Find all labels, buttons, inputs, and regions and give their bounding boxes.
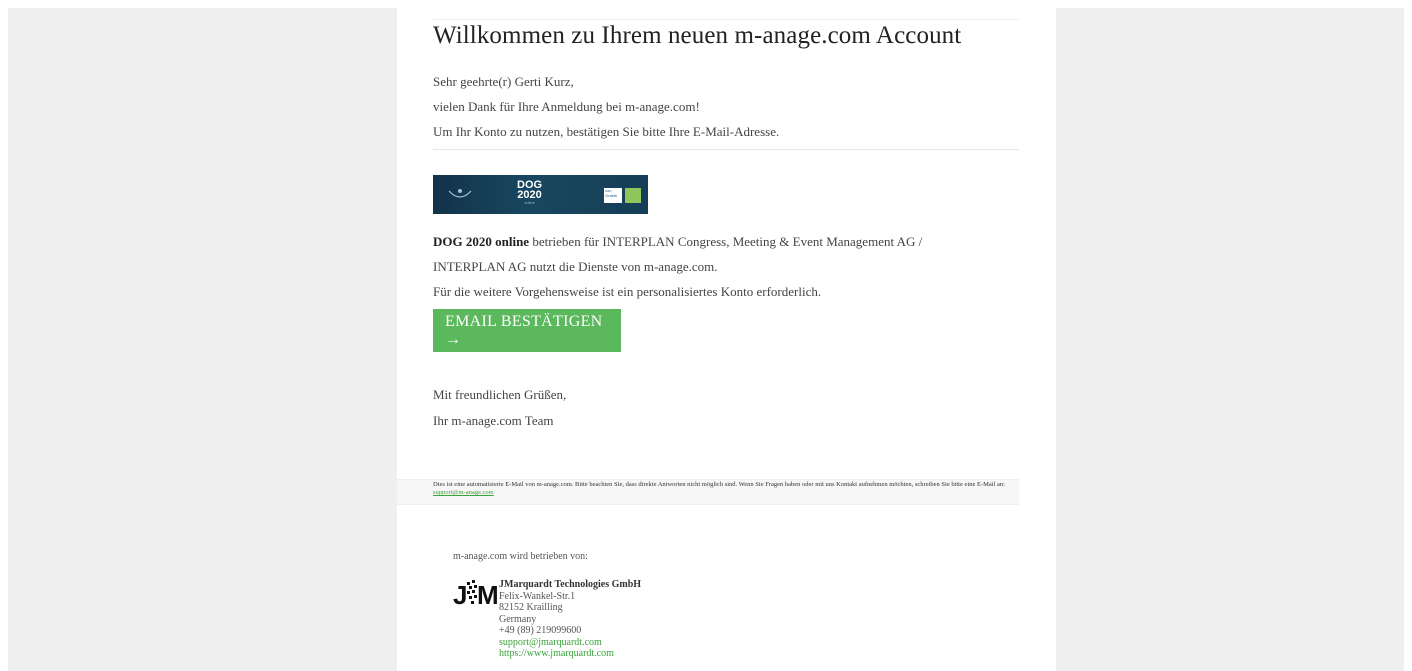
event-text: betrieben für INTERPLAN Congress, Meetin… — [529, 234, 923, 249]
greeting: Sehr geehrte(r) Gerti Kurz, — [433, 74, 574, 89]
confirm-hint: Um Ihr Konto zu nutzen, bestätigen Sie b… — [433, 124, 780, 139]
support-email-link[interactable]: support@m-anage.com — [433, 489, 494, 496]
phone: +49 (89) 219099600 — [499, 625, 582, 636]
jmarquardt-logo: J M — [453, 580, 499, 610]
company-email-link[interactable]: support@jmarquardt.com — [499, 637, 602, 648]
top-divider — [433, 19, 1019, 20]
notice-body: Dies ist eine automatisierte E-Mail von … — [433, 481, 1005, 488]
street: Felix-Wankel-Str.1 — [499, 590, 576, 602]
thanks-text: vielen Dank für Ihre Anmeldung bei m-ana… — [433, 99, 700, 114]
event-line1: DOG 2020 online betrieben für INTERPLAN … — [433, 234, 922, 250]
city: 82152 Krailling — [499, 602, 563, 613]
event-name: DOG 2020 online — [433, 234, 530, 249]
email-title: Willkommen zu Ihrem neuen m-anage.com Ac… — [433, 22, 962, 49]
svg-text:M: M — [477, 580, 499, 610]
event-line3: Für die weitere Vorgehensweise ist ein p… — [433, 284, 822, 299]
automated-notice: Dies ist eine automatisierte E-Mail von … — [397, 479, 1019, 505]
company-address: JMarquardt Technologies GmbH Felix-Wanke… — [499, 579, 641, 660]
banner-logo-text: DOG 2020 online — [517, 180, 542, 206]
confirm-email-button[interactable]: EMAIL BESTÄTIGEN → — [433, 309, 621, 352]
company-website-link[interactable]: https://www.jmarquardt.com — [499, 648, 614, 659]
email-body: Willkommen zu Ihrem neuen m-anage.com Ac… — [397, 8, 1056, 671]
section-divider — [433, 149, 1019, 150]
partner-logo: von Graefe — [604, 188, 622, 203]
event-line2: INTERPLAN AG nutzt die Dienste von m-ana… — [433, 259, 718, 274]
notice-text: Dies ist eine automatisierte E-Mail von … — [433, 481, 1023, 497]
banner-line2: 2020 — [517, 189, 542, 201]
event-banner: DOG 2020 online von Graefe — [433, 175, 648, 214]
operated-by: m-anage.com wird betrieben von: — [453, 551, 588, 562]
partner-logo-green — [625, 188, 641, 203]
country: Germany — [499, 613, 537, 625]
svg-text:J: J — [453, 580, 467, 610]
closing: Mit freundlichen Grüßen, — [433, 387, 567, 402]
signature: Ihr m-anage.com Team — [433, 413, 554, 428]
company-name: JMarquardt Technologies GmbH — [499, 579, 642, 590]
eye-icon — [448, 189, 472, 198]
